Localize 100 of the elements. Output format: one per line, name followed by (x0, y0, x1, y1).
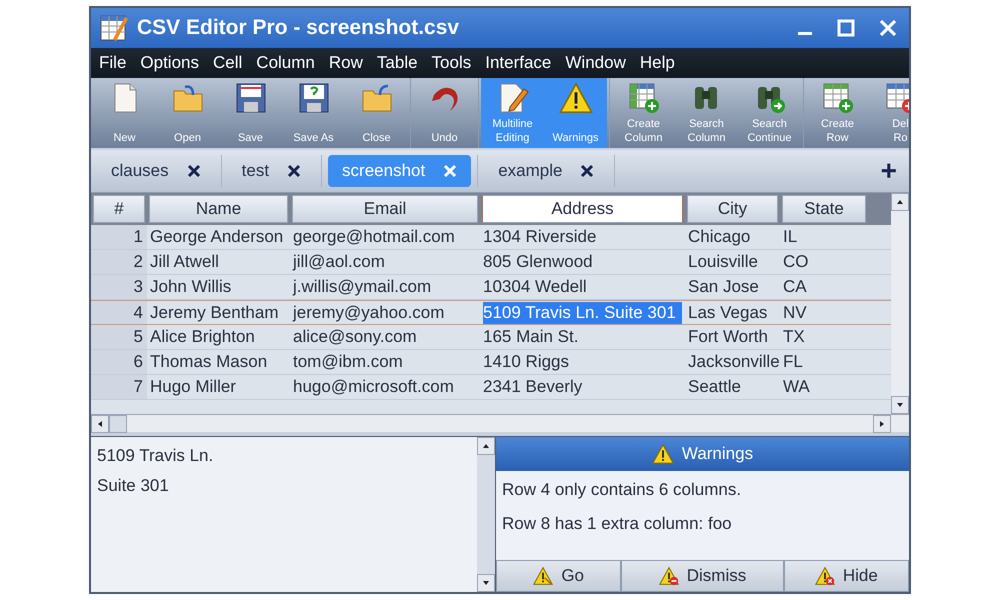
toolbar-button[interactable]: New (93, 78, 156, 148)
table-cell[interactable]: Jeremy Bentham (150, 302, 278, 324)
scroll-arrow-button[interactable] (873, 415, 891, 433)
close-icon[interactable] (186, 164, 201, 178)
table-cell[interactable]: 2341 Beverly (483, 376, 582, 398)
column-header[interactable]: Name (149, 195, 288, 223)
table-cell[interactable]: Thomas Mason (150, 351, 268, 373)
panel-button[interactable]: Go (496, 560, 622, 592)
toolbar-button[interactable]: Open (156, 78, 219, 148)
menu-item[interactable]: Options (140, 50, 199, 76)
menu-item[interactable]: Interface (485, 50, 552, 76)
column-header[interactable]: State (782, 195, 866, 223)
toolbar-button[interactable]: Undo (413, 78, 476, 148)
new-tab-button[interactable]: + (880, 157, 897, 185)
table-cell[interactable]: FL (783, 351, 803, 373)
table-cell[interactable]: 1304 Riverside (483, 226, 596, 248)
warning-icon (814, 566, 835, 586)
column-header[interactable]: Email (292, 195, 478, 223)
row-number: 3 (91, 275, 147, 299)
table-cell[interactable]: jill@aol.com (293, 251, 385, 273)
scroll-arrow-button[interactable] (477, 437, 495, 455)
close-icon[interactable] (287, 164, 302, 178)
table-cell[interactable]: George Anderson (150, 226, 284, 248)
editor-line: 5109 Travis Ln. (97, 445, 214, 467)
warning-message[interactable]: Row 4 only contains 6 columns. (502, 477, 903, 502)
table-cell[interactable]: TX (783, 326, 805, 348)
table-cell[interactable]: Hugo Miller (150, 376, 236, 398)
toolbar-button[interactable]: Close (345, 78, 408, 148)
warning-icon (558, 81, 592, 115)
table-cell[interactable]: Seattle (688, 376, 741, 398)
menu-item[interactable]: Tools (432, 50, 472, 76)
scroll-arrow-button[interactable] (477, 574, 495, 592)
column-header[interactable]: City (687, 195, 778, 223)
warning-icon (652, 443, 674, 465)
toolbar-button[interactable]: Search Column (675, 78, 738, 148)
scroll-thumb[interactable] (109, 415, 127, 433)
scroll-arrow-button[interactable] (891, 193, 909, 211)
table-cell[interactable]: hugo@microsoft.com (293, 376, 454, 398)
table-cell[interactable]: 165 Main St. (483, 326, 578, 348)
table-cell[interactable]: Alice Brighton (150, 326, 255, 348)
toolbar-button[interactable]: Search Continue (738, 78, 801, 148)
table-add-icon (626, 81, 660, 115)
table-cell[interactable]: San Jose (688, 276, 759, 298)
panel-button[interactable]: Hide (784, 560, 909, 592)
table-cell[interactable]: Louisville (688, 251, 758, 273)
table-cell[interactable]: Las Vegas (688, 302, 768, 324)
table-cell[interactable]: CA (783, 276, 807, 298)
document-tab[interactable]: example (484, 155, 608, 187)
table-cell[interactable]: alice@sony.com (293, 326, 417, 348)
warning-icon (658, 566, 679, 586)
column-header[interactable]: Address (482, 195, 683, 223)
row-number: 5 (91, 325, 147, 349)
vertical-scrollbar[interactable] (891, 193, 909, 414)
table-cell[interactable]: IL (783, 226, 798, 248)
warning-message[interactable]: Row 8 has 1 extra column: foo (502, 510, 903, 536)
horizontal-scrollbar[interactable] (91, 414, 909, 432)
table-add-icon (820, 81, 854, 115)
scroll-arrow-button[interactable] (891, 396, 909, 414)
table-cell[interactable]: WA (783, 376, 810, 398)
toolbar-button[interactable]: Save (219, 78, 282, 148)
menu-item[interactable]: Help (640, 50, 675, 76)
row-number: 6 (91, 350, 147, 374)
scroll-arrow-button[interactable] (91, 415, 109, 433)
document-tab[interactable]: clauses (97, 155, 215, 187)
table-cell[interactable]: John Willis (150, 276, 232, 298)
menu-item[interactable]: Column (256, 50, 315, 76)
table-cell[interactable]: Fort Worth (688, 326, 768, 348)
app-logo-icon (99, 13, 129, 43)
menu-item[interactable]: File (99, 50, 126, 76)
menu-item[interactable]: Window (565, 50, 626, 76)
row-number: 1 (91, 225, 147, 249)
vertical-scrollbar[interactable] (477, 437, 495, 592)
column-header[interactable]: # (93, 195, 145, 223)
document-tab[interactable]: test (228, 155, 316, 187)
table-cell[interactable]: Jill Atwell (150, 251, 219, 273)
table-cell[interactable]: NV (783, 302, 807, 324)
table-cell[interactable]: 10304 Wedell (483, 276, 587, 298)
multiline-editor[interactable]: 5109 Travis Ln. Suite 301 (91, 437, 477, 592)
table-cell[interactable]: Jacksonville (688, 351, 780, 373)
toolbar-button[interactable]: Create Row (806, 78, 869, 148)
table-cell[interactable]: j.willis@ymail.com (293, 276, 432, 298)
table-cell[interactable]: Chicago (688, 226, 750, 248)
panel-button[interactable]: Dismiss (621, 560, 784, 592)
toolbar-button[interactable]: Del Ro (869, 78, 909, 148)
maximize-icon[interactable] (837, 19, 855, 37)
table-cell[interactable]: 805 Glenwood (483, 251, 593, 273)
menu-item[interactable]: Row (328, 50, 363, 76)
table-cell[interactable]: george@hotmail.com (293, 226, 455, 248)
row-number: 4 (91, 301, 147, 324)
close-icon[interactable] (580, 164, 594, 178)
table-cell[interactable]: jeremy@yahoo.com (293, 302, 444, 324)
table-cell[interactable]: 1410 Riggs (483, 351, 570, 373)
menu-item[interactable]: Cell (213, 50, 242, 76)
toolbar-button[interactable]: Save As (282, 78, 345, 148)
table-cell[interactable]: 5109 Travis Ln. Suite 301 (483, 302, 682, 324)
table-cell[interactable]: CO (783, 251, 808, 273)
panel-title: Warnings (682, 443, 754, 466)
menu-item[interactable]: Table (376, 50, 418, 76)
table-cell[interactable]: tom@ibm.com (293, 351, 403, 373)
toolbar-button[interactable]: Create Column (612, 78, 675, 148)
